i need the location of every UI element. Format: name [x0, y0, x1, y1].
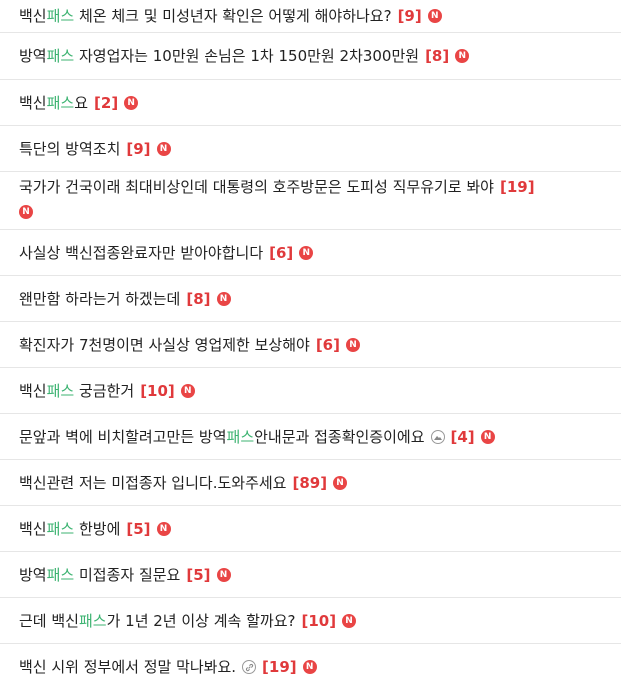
list-item[interactable]: 백신관련 저는 미접종자 입니다.도와주세요 [89] N — [0, 460, 621, 506]
title-text-rest: 안내문과 접종확인증이에요 — [254, 427, 425, 446]
new-badge: N — [156, 521, 171, 536]
new-badge: N — [333, 475, 348, 490]
comment-count[interactable]: [2] — [94, 91, 118, 115]
new-badge: N — [180, 383, 195, 398]
title-text-rest: 자영업자는 10만원 손님은 1차 150만원 2차300만원 — [74, 47, 420, 65]
title-highlight: 패스 — [46, 7, 75, 25]
title-text: 방역 — [19, 47, 47, 65]
post-title[interactable]: 방역패스 미접종자 질문요 — [19, 563, 180, 587]
title-text: 근데 백신 — [19, 611, 79, 630]
title-highlight: 패스 — [226, 427, 255, 446]
title-text: 백신 — [19, 381, 47, 400]
post-title[interactable]: 방역패스 자영업자는 10만원 손님은 1차 150만원 2차300만원 — [19, 44, 419, 68]
image-attachment-icon — [430, 429, 445, 444]
title-text: 확진자가 7천명이면 사실상 영업제한 보상해야 — [19, 335, 310, 354]
new-badge: N — [156, 141, 171, 156]
new-badge: N — [455, 49, 470, 63]
new-badge: N — [480, 429, 495, 444]
new-badge: N — [299, 245, 314, 260]
post-title[interactable]: 백신패스 체온 체크 및 미성년자 확인은 어떻게 해야하나요? — [19, 4, 392, 28]
title-text: 백신 — [19, 7, 47, 25]
comment-count[interactable]: [5] — [186, 563, 210, 587]
title-text: 사실상 백신접종완료자만 받아야합니다 — [19, 243, 264, 262]
title-text: 백신 — [19, 519, 47, 538]
post-title[interactable]: 국가가 건국이래 최대비상인데 대통령의 호주방문은 도피성 직무유기로 봐야 — [19, 178, 494, 196]
list-item[interactable]: 방역패스 미접종자 질문요 [5] N — [0, 552, 621, 598]
comment-count[interactable]: [19] — [262, 655, 297, 679]
title-highlight: 패스 — [46, 519, 75, 538]
post-list: 백신패스 체온 체크 및 미성년자 확인은 어떻게 해야하나요? [9] N 방… — [0, 0, 621, 690]
comment-count[interactable]: [10] — [140, 379, 175, 403]
title-text: 문앞과 벽에 비치할려고만든 방역 — [19, 427, 227, 446]
comment-count[interactable]: [19] — [500, 178, 535, 196]
new-badge: N — [342, 613, 357, 628]
list-item[interactable]: 국가가 건국이래 최대비상인데 대통령의 호주방문은 도피성 직무유기로 봐야 [… — [0, 172, 621, 230]
list-item[interactable]: 백신 시위 정부에서 정말 막나봐요. [19] N — [0, 644, 621, 690]
comment-count[interactable]: [10] — [301, 609, 336, 633]
new-badge: N — [124, 95, 139, 110]
title-text: 특단의 방역조치 — [19, 139, 121, 158]
title-text-rest: 가 1년 2년 이상 계속 할까요? — [106, 611, 296, 630]
title-highlight: 패스 — [46, 47, 75, 65]
list-item[interactable]: 백신패스 궁금한거 [10] N — [0, 368, 621, 414]
post-title[interactable]: 특단의 방역조치 — [19, 137, 120, 161]
list-item[interactable]: 문앞과 벽에 비치할려고만든 방역패스안내문과 접종확인증이에요 [4] N — [0, 414, 621, 460]
new-badge: N — [302, 660, 317, 674]
comment-count[interactable]: [9] — [126, 137, 150, 161]
comment-count[interactable]: [9] — [398, 4, 422, 28]
title-highlight: 패스 — [78, 611, 107, 630]
post-title[interactable]: 백신패스 한방에 — [19, 517, 120, 541]
new-badge: N — [216, 567, 231, 582]
post-title[interactable]: 왠만함 하라는거 하겠는데 — [19, 287, 180, 311]
list-item[interactable]: 근데 백신패스가 1년 2년 이상 계속 할까요? [10] N — [0, 598, 621, 644]
comment-count[interactable]: [5] — [126, 517, 150, 541]
comment-count[interactable]: [6] — [269, 241, 293, 265]
list-item[interactable]: 특단의 방역조치 [9] N — [0, 126, 621, 172]
title-text-rest: 미접종자 질문요 — [74, 565, 181, 584]
comment-count[interactable]: [8] — [186, 287, 210, 311]
title-highlight: 패스 — [46, 565, 75, 584]
list-item[interactable]: 방역패스 자영업자는 10만원 손님은 1차 150만원 2차300만원 [8]… — [0, 33, 621, 80]
list-item[interactable]: 백신패스요 [2] N — [0, 80, 621, 126]
post-title[interactable]: 근데 백신패스가 1년 2년 이상 계속 할까요? — [19, 609, 295, 633]
title-text: 백신관련 저는 미접종자 입니다.도와주세요 — [19, 473, 287, 492]
post-title[interactable]: 백신 시위 정부에서 정말 막나봐요. — [19, 655, 236, 679]
new-badge: N — [345, 337, 360, 352]
post-title[interactable]: 문앞과 벽에 비치할려고만든 방역패스안내문과 접종확인증이에요 — [19, 425, 425, 449]
new-badge: N — [216, 291, 231, 306]
post-title[interactable]: 백신관련 저는 미접종자 입니다.도와주세요 — [19, 471, 286, 495]
list-item[interactable]: 왠만함 하라는거 하겠는데 [8] N — [0, 276, 621, 322]
comment-count[interactable]: [6] — [316, 333, 340, 357]
list-item[interactable]: 백신패스 체온 체크 및 미성년자 확인은 어떻게 해야하나요? [9] N — [0, 0, 621, 33]
post-title[interactable]: 사실상 백신접종완료자만 받아야합니다 — [19, 241, 263, 265]
comment-count[interactable]: [89] — [292, 471, 327, 495]
new-badge: N — [19, 204, 33, 219]
title-highlight: 패스 — [46, 381, 75, 400]
post-title[interactable]: 백신패스 궁금한거 — [19, 379, 134, 403]
title-text-rest: 요 — [74, 93, 89, 112]
post-title[interactable]: 백신패스요 — [19, 91, 88, 115]
link-attachment-icon — [242, 660, 257, 674]
title-text-rest: 체온 체크 및 미성년자 확인은 어떻게 해야하나요? — [74, 7, 392, 25]
new-badge: N — [427, 9, 442, 23]
comment-count[interactable]: [8] — [425, 44, 449, 68]
list-item[interactable]: 백신패스 한방에 [5] N — [0, 506, 621, 552]
comment-count[interactable]: [4] — [451, 425, 475, 449]
title-text: 방역 — [19, 565, 47, 584]
title-text: 백신 시위 정부에서 정말 막나봐요. — [19, 658, 237, 676]
title-text-rest: 한방에 — [74, 519, 121, 538]
title-text: 백신 — [19, 93, 47, 112]
list-item[interactable]: 확진자가 7천명이면 사실상 영업제한 보상해야 [6] N — [0, 322, 621, 368]
list-item[interactable]: 사실상 백신접종완료자만 받아야합니다 [6] N — [0, 230, 621, 276]
title-text: 왠만함 하라는거 하겠는데 — [19, 289, 181, 308]
post-title[interactable]: 확진자가 7천명이면 사실상 영업제한 보상해야 — [19, 333, 310, 357]
title-text: 국가가 건국이래 최대비상인데 대통령의 호주방문은 도피성 직무유기로 봐야 — [19, 178, 494, 196]
title-highlight: 패스 — [46, 93, 75, 112]
title-text-rest: 궁금한거 — [74, 381, 135, 400]
